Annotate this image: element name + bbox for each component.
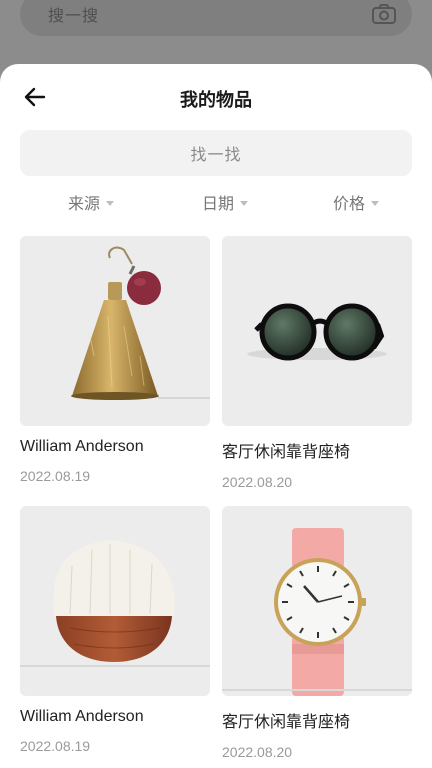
item-date: 2022.08.19 (20, 468, 91, 484)
item-card[interactable]: William Anderson 2022.08.19 (20, 506, 210, 754)
item-title: 客厅休闲靠背座椅 (222, 444, 351, 461)
my-items-sheet: 我的物品 找一找 来源 日期 价格 William Anderson 2022.… (0, 64, 432, 768)
item-image-brush (20, 506, 210, 696)
caret-down-icon (106, 200, 115, 206)
filter-source[interactable]: 来源 (68, 190, 115, 214)
filter-bar: 来源 日期 价格 (0, 190, 432, 220)
item-image-perfume-bottle (20, 236, 210, 426)
perfume-bottle-icon (71, 246, 210, 400)
camera-icon[interactable] (372, 4, 396, 24)
filter-date-label: 日期 (202, 196, 235, 213)
item-image-sunglasses (222, 236, 412, 426)
sunglasses-icon (247, 303, 387, 361)
item-title: 客厅休闲靠背座椅 (222, 714, 351, 731)
page-title: 我的物品 (180, 90, 252, 110)
filter-source-label: 来源 (68, 196, 101, 213)
caret-down-icon (371, 200, 380, 206)
filter-price-label: 价格 (333, 196, 366, 213)
item-image-watch (222, 506, 412, 696)
item-title: William Anderson (20, 438, 144, 455)
item-title: William Anderson (20, 708, 144, 725)
filter-price[interactable]: 价格 (333, 190, 380, 214)
background-search-placeholder: 搜一搜 (48, 8, 100, 25)
sheet-header: 我的物品 (0, 64, 432, 128)
search-input[interactable]: 找一找 (20, 130, 412, 176)
backdrop: 搜一搜 (0, 0, 432, 70)
item-card[interactable]: 客厅休闲靠背座椅 2022.08.20 (222, 506, 412, 760)
item-date: 2022.08.20 (222, 474, 293, 490)
item-card[interactable]: William Anderson 2022.08.19 (20, 236, 210, 484)
caret-down-icon (240, 200, 249, 206)
brush-icon (20, 540, 210, 667)
watch-icon (222, 528, 412, 696)
filter-date[interactable]: 日期 (202, 190, 249, 214)
background-search-bar[interactable]: 搜一搜 (20, 0, 412, 36)
item-card[interactable]: 客厅休闲靠背座椅 2022.08.20 (222, 236, 412, 490)
item-date: 2022.08.19 (20, 738, 91, 754)
item-date: 2022.08.20 (222, 744, 293, 760)
